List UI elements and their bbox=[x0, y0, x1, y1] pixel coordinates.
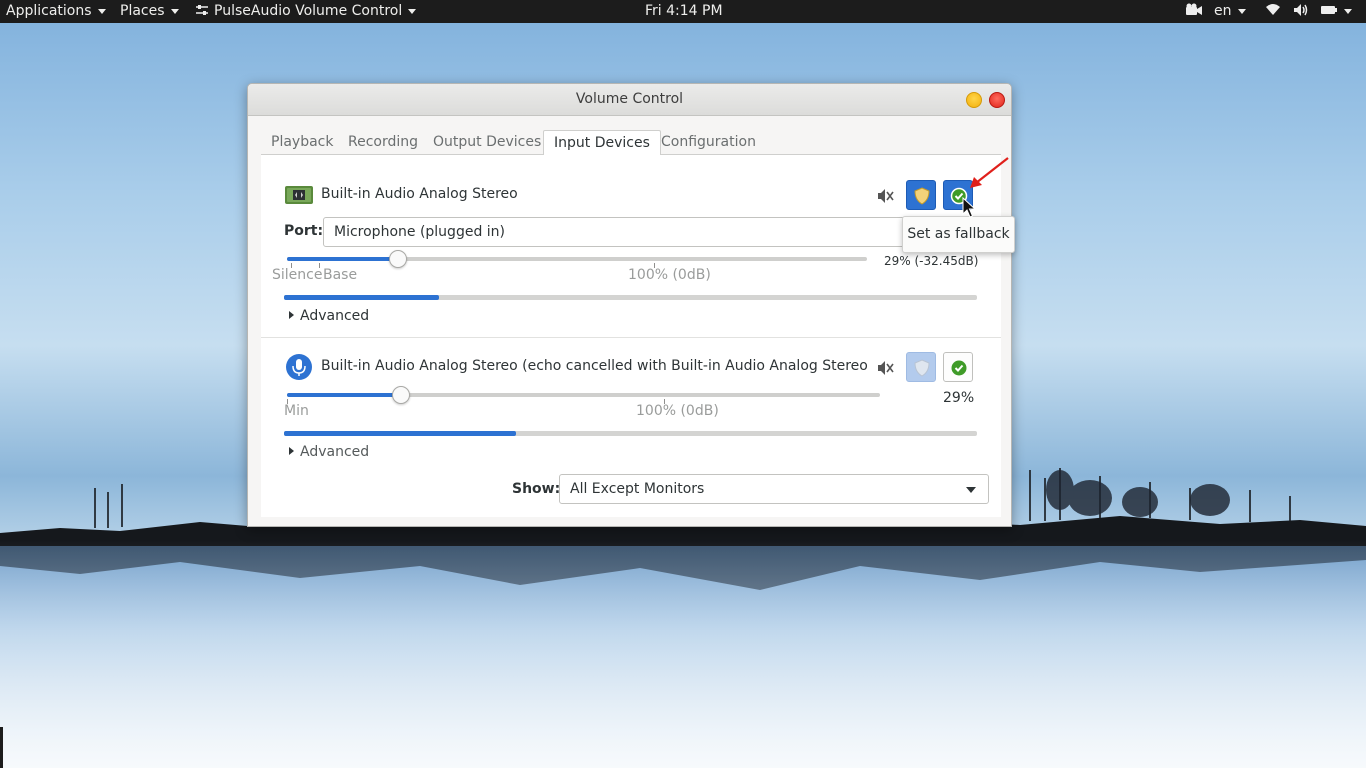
places-menu[interactable]: Places bbox=[120, 0, 179, 23]
tab-bar: Playback Recording Output Devices Input … bbox=[261, 130, 1001, 156]
chevron-down-icon bbox=[408, 8, 417, 14]
applications-menu-label: Applications bbox=[6, 3, 92, 19]
device-name: Built-in Audio Analog Stereo bbox=[321, 186, 518, 202]
battery-icon[interactable] bbox=[1320, 0, 1338, 23]
close-button[interactable] bbox=[989, 92, 1005, 108]
triangle-right-icon bbox=[289, 311, 294, 319]
places-menu-label: Places bbox=[120, 3, 165, 19]
tooltip: Set as fallback bbox=[902, 216, 1015, 253]
min-mark-label: Min bbox=[284, 403, 309, 419]
chevron-down-icon bbox=[966, 487, 976, 493]
window-title: Volume Control bbox=[575, 91, 684, 107]
mixer-icon bbox=[196, 5, 208, 15]
tab-output-devices[interactable]: Output Devices bbox=[423, 130, 551, 155]
peak-level-fill bbox=[284, 295, 439, 300]
input-devices-panel: Built-in Audio Analog Stereo Port: Micro… bbox=[261, 155, 1001, 517]
peak-level-meter bbox=[284, 295, 977, 300]
peak-level-fill bbox=[284, 431, 516, 436]
device-name: Built-in Audio Analog Stereo (echo cance… bbox=[321, 358, 874, 374]
mute-button[interactable] bbox=[869, 352, 899, 382]
annotation-arrow-icon bbox=[970, 157, 1009, 188]
system-menu[interactable] bbox=[1344, 0, 1352, 23]
speaker-muted-icon bbox=[878, 189, 894, 203]
show-filter-select[interactable]: All Except Monitors bbox=[559, 474, 989, 504]
wifi-icon[interactable] bbox=[1265, 0, 1281, 23]
shield-icon bbox=[914, 187, 930, 205]
chevron-down-icon bbox=[1344, 8, 1352, 14]
device-separator bbox=[261, 337, 1001, 338]
set-fallback-button[interactable] bbox=[943, 352, 973, 382]
show-label: Show: bbox=[512, 481, 561, 497]
applications-menu[interactable]: Applications bbox=[6, 0, 106, 23]
volume-slider-fill bbox=[287, 393, 402, 397]
triangle-right-icon bbox=[289, 447, 294, 455]
chevron-down-icon bbox=[170, 8, 179, 14]
lock-channels-button[interactable] bbox=[906, 180, 936, 210]
volume-value-label: 29% bbox=[943, 390, 975, 406]
shield-icon bbox=[914, 359, 930, 377]
clock[interactable]: Fri 4:14 PM bbox=[645, 0, 723, 23]
top-panel: Applications Places PulseAudio Volume Co… bbox=[0, 0, 1366, 23]
language-menu[interactable]: en bbox=[1214, 0, 1246, 23]
peak-level-meter bbox=[284, 431, 977, 436]
app-menu-label: PulseAudio Volume Control bbox=[214, 3, 403, 19]
volume-value-label: 29% (-32.45dB) bbox=[884, 254, 979, 268]
volume-slider-knob[interactable] bbox=[389, 250, 407, 268]
minimize-button[interactable] bbox=[966, 92, 982, 108]
volume-slider[interactable] bbox=[287, 393, 880, 397]
chevron-down-icon bbox=[1237, 8, 1246, 14]
advanced-label: Advanced bbox=[300, 308, 370, 324]
full-volume-mark-label: 100% (0dB) bbox=[636, 403, 719, 419]
video-camera-icon[interactable] bbox=[1185, 0, 1203, 23]
language-label: en bbox=[1214, 3, 1232, 19]
volume-slider-fill bbox=[287, 257, 399, 261]
lock-channels-button[interactable] bbox=[906, 352, 936, 382]
port-select[interactable]: Microphone (plugged in) bbox=[323, 217, 923, 247]
chevron-down-icon bbox=[97, 8, 106, 14]
mute-button[interactable] bbox=[869, 180, 899, 210]
tab-configuration[interactable]: Configuration bbox=[651, 130, 766, 155]
tab-playback[interactable]: Playback bbox=[261, 130, 343, 155]
volume-slider[interactable] bbox=[287, 257, 867, 261]
tab-recording[interactable]: Recording bbox=[338, 130, 428, 155]
check-circle-icon bbox=[951, 360, 967, 376]
mouse-pointer-icon bbox=[962, 197, 976, 218]
tab-input-devices[interactable]: Input Devices bbox=[543, 130, 661, 156]
advanced-expander[interactable]: Advanced bbox=[289, 444, 369, 460]
volume-icon[interactable] bbox=[1293, 0, 1309, 23]
sound-card-icon bbox=[284, 180, 314, 210]
panel-edge bbox=[0, 727, 3, 768]
full-volume-mark-label: 100% (0dB) bbox=[628, 267, 711, 283]
title-bar[interactable]: Volume Control bbox=[248, 84, 1011, 116]
volume-slider-knob[interactable] bbox=[392, 386, 410, 404]
advanced-expander[interactable]: Advanced bbox=[289, 308, 369, 324]
volume-control-window: Volume Control Playback Recording Output… bbox=[247, 83, 1012, 527]
show-filter-value: All Except Monitors bbox=[570, 481, 705, 497]
app-menu[interactable]: PulseAudio Volume Control bbox=[195, 0, 417, 23]
microphone-icon bbox=[284, 352, 314, 382]
base-mark-label: Base bbox=[323, 267, 358, 283]
advanced-label: Advanced bbox=[300, 444, 370, 460]
port-value: Microphone (plugged in) bbox=[334, 224, 506, 240]
port-label: Port: bbox=[284, 223, 324, 239]
silence-mark-label: Silence bbox=[272, 267, 323, 283]
speaker-muted-icon bbox=[878, 361, 894, 375]
